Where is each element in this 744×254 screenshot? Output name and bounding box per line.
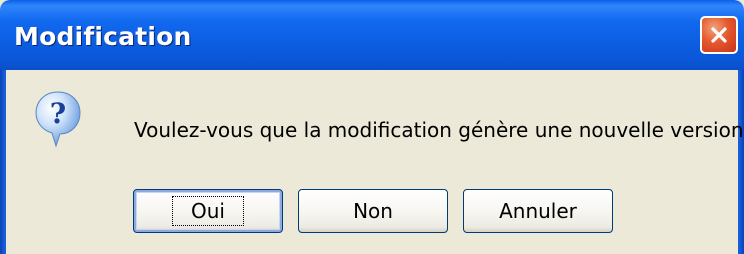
yes-button-label: Oui xyxy=(172,196,244,226)
question-icon: ? xyxy=(35,91,81,148)
window-frame-left xyxy=(0,70,6,254)
close-icon xyxy=(711,27,727,43)
modification-dialog: Modification ? Voulez-vous que la modifi… xyxy=(0,0,744,254)
close-button[interactable] xyxy=(700,16,738,54)
window-frame-right xyxy=(738,70,744,254)
title-bar[interactable]: Modification xyxy=(0,0,744,70)
cancel-button-label: Annuler xyxy=(499,199,577,223)
no-button[interactable]: Non xyxy=(298,189,448,233)
dialog-message: Voulez-vous que la modification génère u… xyxy=(134,118,744,142)
window-title: Modification xyxy=(14,22,192,51)
svg-text:?: ? xyxy=(50,97,66,130)
yes-button[interactable]: Oui xyxy=(133,189,283,233)
cancel-button[interactable]: Annuler xyxy=(463,189,613,233)
no-button-label: Non xyxy=(353,199,393,223)
